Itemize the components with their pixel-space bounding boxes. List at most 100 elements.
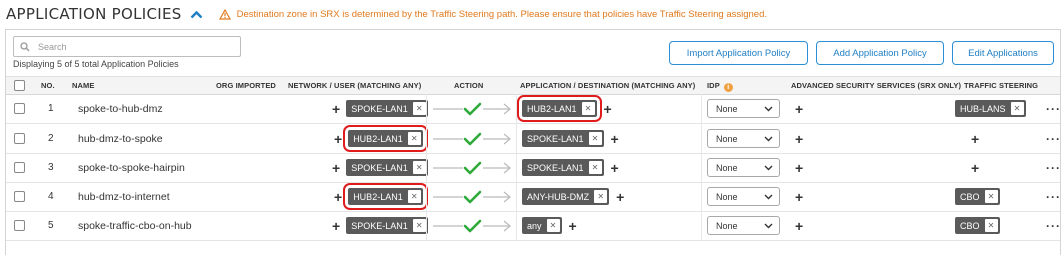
select-all-checkbox[interactable]: [14, 80, 25, 91]
more-options-icon[interactable]: ···: [1046, 94, 1061, 123]
add-security-service-icon[interactable]: +: [795, 182, 803, 211]
table-row[interactable]: 2 hub-dmz-to-spoke + HUB2-LAN1 ✕ SPOKE-LA…: [6, 124, 1060, 154]
destination-tag: any ✕: [522, 217, 562, 234]
add-security-service-icon[interactable]: +: [795, 124, 803, 153]
idp-select-value: None: [716, 220, 738, 231]
add-destination-icon[interactable]: +: [569, 219, 577, 233]
add-destination-icon[interactable]: +: [604, 102, 612, 116]
add-traffic-steering-icon[interactable]: +: [971, 132, 979, 146]
edit-applications-button[interactable]: Edit Applications: [952, 41, 1054, 65]
more-options-icon[interactable]: ···: [1046, 124, 1061, 153]
table-header: NO. NAME ORG IMPORTED NETWORK / USER (MA…: [6, 76, 1060, 95]
page-header: APPLICATION POLICIES Destination zone in…: [6, 3, 767, 25]
row-checkbox[interactable]: [14, 182, 25, 211]
add-traffic-steering-icon[interactable]: +: [971, 161, 979, 175]
destination-tag-label: HUB2-LAN1: [527, 103, 577, 114]
table-row[interactable]: 5 spoke-traffic-cbo-on-hub + SPOKE-LAN1 ✕…: [6, 211, 1060, 241]
row-checkbox[interactable]: [14, 94, 25, 123]
row-checkbox[interactable]: [14, 153, 25, 182]
network-user-cell: + SPOKE-LAN1 ✕: [332, 94, 428, 123]
table-row[interactable]: 1 spoke-to-hub-dmz + SPOKE-LAN1 ✕ HUB2-LA…: [6, 94, 1060, 124]
action-allow-icon[interactable]: [433, 182, 513, 211]
table-row[interactable]: 3 spoke-to-spoke-hairpin + SPOKE-LAN1 ✕ S…: [6, 153, 1060, 183]
traffic-steering-cell: +: [953, 153, 979, 182]
add-security-service-icon[interactable]: +: [795, 153, 803, 182]
remove-tag-icon[interactable]: ✕: [546, 219, 560, 232]
more-options-icon[interactable]: ···: [1046, 182, 1061, 211]
idp-select-value: None: [716, 162, 738, 173]
traffic-steering-tag: CBO ✕: [955, 188, 1000, 205]
traffic-steering-tag: HUB-LANS ✕: [955, 100, 1026, 117]
column-divider: [516, 94, 517, 123]
remove-tag-icon[interactable]: ✕: [1010, 102, 1024, 115]
policy-name[interactable]: spoke-traffic-cbo-on-hub: [78, 211, 192, 240]
row-checkbox[interactable]: [14, 124, 25, 153]
add-network-icon[interactable]: +: [334, 132, 342, 146]
network-tag: HUB2-LAN1 ✕: [343, 183, 428, 210]
policy-name[interactable]: spoke-to-spoke-hairpin: [78, 153, 185, 182]
action-allow-icon[interactable]: [433, 211, 513, 240]
add-network-icon[interactable]: +: [332, 102, 340, 116]
policies-panel: Displaying 5 of 5 total Application Poli…: [5, 29, 1061, 255]
add-network-icon[interactable]: +: [332, 219, 340, 233]
chevron-down-icon: [764, 106, 773, 111]
destination-tag: HUB2-LAN1 ✕: [517, 95, 602, 122]
add-network-icon[interactable]: +: [334, 190, 342, 204]
idp-select-value: None: [716, 103, 738, 114]
idp-select[interactable]: None: [707, 94, 780, 123]
policy-name[interactable]: spoke-to-hub-dmz: [78, 94, 163, 123]
network-user-cell: + SPOKE-LAN1 ✕: [332, 211, 428, 240]
remove-tag-icon[interactable]: ✕: [984, 219, 998, 232]
search-icon: [20, 41, 30, 51]
more-options-icon[interactable]: ···: [1046, 153, 1061, 182]
add-security-service-icon[interactable]: +: [795, 211, 803, 240]
remove-tag-icon[interactable]: ✕: [588, 161, 602, 174]
chevron-up-icon[interactable]: [190, 10, 203, 19]
idp-select[interactable]: None: [707, 124, 780, 153]
search-box[interactable]: [13, 36, 241, 57]
info-icon[interactable]: i: [723, 83, 733, 92]
import-application-policy-button[interactable]: Import Application Policy: [669, 41, 808, 65]
add-security-service-icon[interactable]: +: [795, 94, 803, 123]
remove-tag-icon[interactable]: ✕: [412, 102, 426, 115]
idp-select-value: None: [716, 133, 738, 144]
action-allow-icon[interactable]: [433, 153, 513, 182]
row-number: 2: [48, 133, 54, 144]
add-network-icon[interactable]: +: [332, 161, 340, 175]
table-row[interactable]: 4 hub-dmz-to-internet + HUB2-LAN1 ✕ ANY-H…: [6, 182, 1060, 212]
row-number: 3: [48, 162, 54, 173]
more-options-icon[interactable]: ···: [1046, 211, 1061, 240]
add-application-policy-button[interactable]: Add Application Policy: [816, 41, 944, 65]
remove-tag-icon[interactable]: ✕: [984, 190, 998, 203]
row-number: 4: [48, 191, 54, 202]
destination-tag-label: SPOKE-LAN1: [527, 162, 584, 173]
policy-name[interactable]: hub-dmz-to-internet: [78, 182, 170, 211]
remove-tag-icon[interactable]: ✕: [407, 132, 421, 145]
idp-select[interactable]: None: [707, 211, 780, 240]
policy-name[interactable]: hub-dmz-to-spoke: [78, 124, 163, 153]
search-input[interactable]: [36, 40, 230, 53]
add-destination-icon[interactable]: +: [611, 132, 619, 146]
add-destination-icon[interactable]: +: [616, 190, 624, 204]
remove-tag-icon[interactable]: ✕: [581, 102, 595, 115]
remove-tag-icon[interactable]: ✕: [588, 132, 602, 145]
traffic-steering-tag-label: CBO: [960, 220, 980, 231]
col-traffic-steering: TRAFFIC STEERING: [964, 81, 1039, 90]
row-checkbox[interactable]: [14, 211, 25, 240]
idp-select[interactable]: None: [707, 153, 780, 182]
remove-tag-icon[interactable]: ✕: [412, 219, 426, 232]
remove-tag-icon[interactable]: ✕: [407, 190, 421, 203]
remove-tag-icon[interactable]: ✕: [412, 161, 426, 174]
action-allow-icon[interactable]: [433, 94, 513, 123]
idp-select[interactable]: None: [707, 182, 780, 211]
network-tag: HUB2-LAN1 ✕: [343, 125, 428, 152]
row-number: 5: [48, 220, 54, 231]
action-allow-icon[interactable]: [433, 124, 513, 153]
col-action: ACTION: [454, 81, 484, 90]
traffic-steering-cell: CBO ✕: [953, 211, 1000, 240]
add-destination-icon[interactable]: +: [611, 161, 619, 175]
col-name: NAME: [72, 81, 95, 90]
destination-cell: any ✕ +: [522, 211, 577, 240]
remove-tag-icon[interactable]: ✕: [594, 190, 608, 203]
destination-tag-label: SPOKE-LAN1: [527, 133, 584, 144]
